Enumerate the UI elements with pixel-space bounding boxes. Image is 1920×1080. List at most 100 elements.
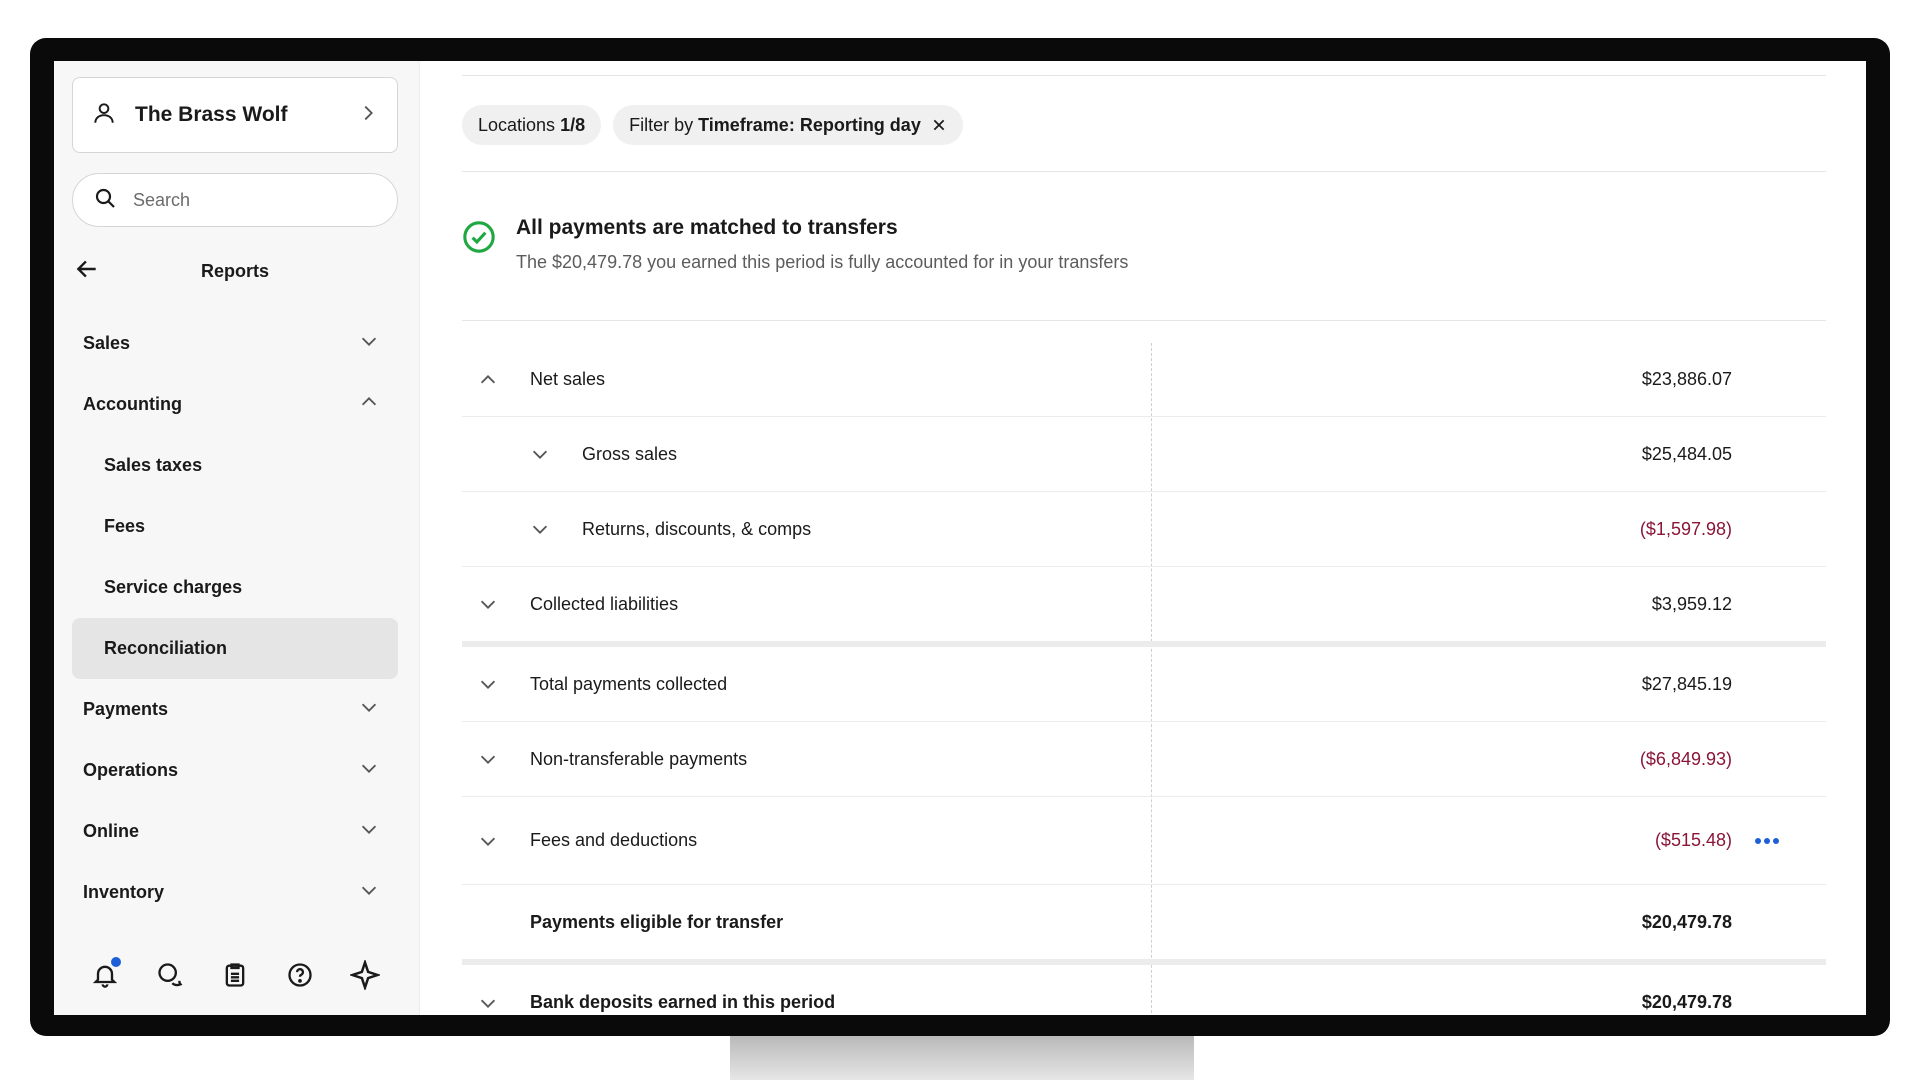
chevron-up-icon: [358, 391, 380, 418]
chevron-down-icon[interactable]: [462, 992, 514, 1014]
search-icon: [93, 186, 117, 215]
search-input[interactable]: [133, 189, 373, 211]
chevron-up-icon[interactable]: [462, 369, 514, 391]
row-amount: ($1,597.98): [1639, 518, 1732, 539]
row-label: Total payments collected: [530, 673, 728, 694]
nav-sales-taxes[interactable]: Sales taxes: [72, 435, 398, 496]
nav-accounting[interactable]: Accounting: [72, 374, 398, 435]
table-row-non-transferable[interactable]: Non-transferable payments ($6,849.93): [462, 722, 1826, 797]
nav-label: Inventory: [83, 882, 165, 902]
top-divider: [462, 75, 1826, 76]
chevron-down-icon: [358, 330, 380, 357]
help-icon[interactable]: [280, 955, 320, 995]
nav-inventory[interactable]: Inventory: [72, 862, 398, 923]
more-options-icon[interactable]: [1754, 837, 1780, 845]
table-row-returns[interactable]: Returns, discounts, & comps ($1,597.98): [462, 492, 1826, 567]
nav-online[interactable]: Online: [72, 801, 398, 862]
locations-filter-chip[interactable]: Locations 1/8: [462, 105, 602, 145]
nav-label: Accounting: [83, 394, 182, 414]
row-amount: $25,484.05: [1641, 443, 1732, 464]
divider: [462, 171, 1826, 172]
match-status-banner: All payments are matched to transfers Th…: [462, 216, 1128, 273]
locations-value: 1/8: [560, 114, 586, 135]
row-amount: $3,959.12: [1651, 593, 1732, 614]
business-switcher[interactable]: The Brass Wolf: [72, 77, 398, 153]
nav-label: Payments: [83, 699, 169, 719]
nav-label: Reconciliation: [104, 638, 228, 658]
nav-payments[interactable]: Payments: [72, 679, 398, 740]
table-row-eligible-transfer: Payments eligible for transfer $20,479.7…: [462, 885, 1826, 965]
row-label: Fees and deductions: [530, 830, 698, 850]
banner-title: All payments are matched to transfers: [516, 216, 898, 239]
bottom-toolbar: [72, 945, 398, 1005]
messages-icon[interactable]: [150, 955, 190, 995]
row-label: Gross sales: [582, 443, 678, 464]
row-label: Bank deposits earned in this period: [530, 992, 836, 1012]
table-row-net-sales[interactable]: Net sales $23,886.07: [462, 343, 1826, 417]
reconciliation-main: Locations 1/8 Filter by Timeframe: Repor…: [420, 61, 1866, 1015]
reconciliation-table: Net sales $23,886.07 Gross sales $25,484…: [462, 343, 1826, 1015]
row-label: Non-transferable payments: [530, 748, 748, 769]
divider: [462, 320, 1826, 321]
close-icon[interactable]: [931, 117, 947, 133]
row-amount: ($6,849.93): [1639, 748, 1732, 769]
chevron-down-icon[interactable]: [514, 443, 566, 465]
locations-label: Locations: [478, 114, 556, 135]
notification-dot: [110, 957, 121, 967]
table-row-fees-deductions[interactable]: Fees and deductions ($515.48): [462, 797, 1826, 885]
chevron-right-icon: [357, 102, 379, 129]
row-label: Returns, discounts, & comps: [582, 518, 812, 539]
reports-nav: Sales Accounting Sales taxes Fees Servic…: [72, 313, 398, 923]
filter-value: Timeframe: Reporting day: [698, 114, 921, 135]
nav-service-charges[interactable]: Service charges: [72, 557, 398, 618]
back-arrow-icon[interactable]: [74, 256, 100, 287]
table-row-bank-deposits[interactable]: Bank deposits earned in this period $20,…: [462, 965, 1826, 1015]
chevron-down-icon: [358, 696, 380, 723]
check-circle-icon: [462, 220, 496, 259]
nav-sales[interactable]: Sales: [72, 313, 398, 374]
chevron-down-icon[interactable]: [462, 673, 514, 695]
timeframe-filter-chip[interactable]: Filter by Timeframe: Reporting day: [613, 105, 963, 145]
nav-reconciliation[interactable]: Reconciliation: [72, 618, 398, 679]
nav-label: Online: [83, 821, 140, 841]
row-amount: $20,479.78: [1641, 992, 1732, 1012]
chevron-down-icon[interactable]: [462, 593, 514, 615]
reports-title: Reports: [200, 260, 269, 281]
nav-label: Operations: [83, 760, 179, 780]
sparkle-ai-icon[interactable]: [345, 955, 385, 995]
nav-label: Fees: [104, 516, 146, 536]
sidebar: The Brass Wolf Reports Sales Accounting: [54, 61, 420, 1015]
nav-label: Service charges: [104, 577, 243, 597]
row-label: Payments eligible for transfer: [530, 911, 784, 932]
nav-label: Sales: [83, 333, 131, 353]
row-amount: $23,886.07: [1641, 369, 1732, 389]
row-label: Collected liabilities: [530, 593, 679, 614]
chevron-down-icon: [358, 818, 380, 845]
business-name: The Brass Wolf: [135, 103, 288, 126]
reports-header: Reports: [72, 251, 398, 291]
banner-subtitle: The $20,479.78 you earned this period is…: [516, 252, 1129, 272]
app-window: The Brass Wolf Reports Sales Accounting: [54, 61, 1866, 1015]
monitor-stand: [730, 1036, 1194, 1080]
chevron-down-icon[interactable]: [514, 518, 566, 540]
table-row-gross-sales[interactable]: Gross sales $25,484.05: [462, 417, 1826, 492]
filter-prefix: Filter by: [629, 114, 694, 135]
table-row-total-payments[interactable]: Total payments collected $27,845.19: [462, 647, 1826, 722]
clipboard-icon[interactable]: [215, 955, 255, 995]
chevron-down-icon[interactable]: [462, 830, 514, 852]
nav-operations[interactable]: Operations: [72, 740, 398, 801]
nav-label: Sales taxes: [104, 455, 203, 475]
nav-fees[interactable]: Fees: [72, 496, 398, 557]
chevron-down-icon: [358, 879, 380, 906]
chevron-down-icon[interactable]: [462, 748, 514, 770]
row-amount: ($515.48): [1654, 830, 1732, 850]
table-row-collected-liabilities[interactable]: Collected liabilities $3,959.12: [462, 567, 1826, 647]
notifications-bell-icon[interactable]: [85, 955, 125, 995]
row-label: Net sales: [530, 369, 606, 389]
search-box: [72, 173, 398, 227]
chevron-down-icon: [358, 757, 380, 784]
filter-chips: Locations 1/8 Filter by Timeframe: Repor…: [462, 105, 963, 145]
user-icon: [91, 100, 117, 131]
row-amount: $20,479.78: [1641, 911, 1732, 932]
row-amount: $27,845.19: [1641, 673, 1732, 694]
